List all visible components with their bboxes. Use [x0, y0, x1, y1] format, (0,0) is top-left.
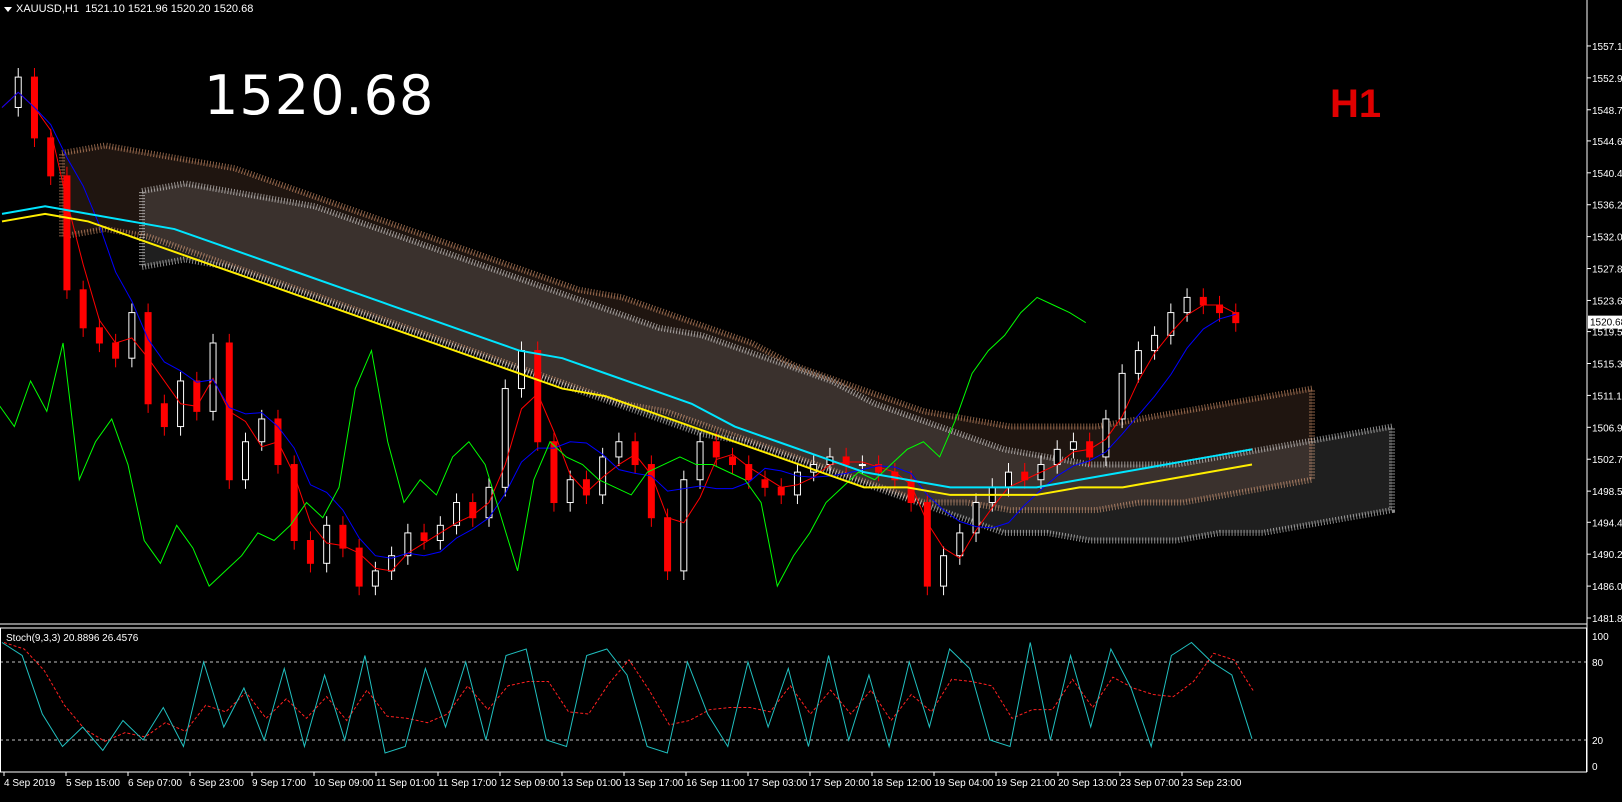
y-tick-label: 1511.10 [1592, 391, 1622, 402]
x-tick-label: 23 Sep 23:00 [1182, 778, 1242, 789]
stoch-level-label: 80 [1592, 658, 1604, 669]
x-tick-label: 11 Sep 17:00 [438, 778, 497, 789]
x-tick-label: 13 Sep 17:00 [624, 778, 684, 789]
symbol-label: XAUUSD,H1 [16, 3, 79, 15]
candle-body [712, 441, 720, 458]
candle-body [550, 441, 558, 504]
candle-body [323, 524, 331, 564]
candle-body [664, 517, 672, 572]
current-price-overlay: 1520.68 [204, 64, 435, 127]
x-tick-label: 12 Sep 09:00 [500, 778, 560, 789]
candle-body [631, 441, 639, 466]
candle-body [371, 570, 379, 587]
y-tick-label: 1490.20 [1592, 550, 1622, 561]
candle-body [1069, 441, 1077, 450]
candle-body [339, 524, 347, 549]
candle-body [1004, 471, 1012, 488]
candle-body [729, 456, 737, 466]
timeframe-label: H1 [1330, 82, 1382, 126]
x-tick-label: 6 Sep 23:00 [190, 778, 244, 789]
y-tick-label: 1540.40 [1592, 169, 1622, 180]
y-tick-label: 1494.40 [1592, 518, 1622, 529]
y-tick-label: 1548.70 [1592, 106, 1622, 117]
candle-body [1232, 312, 1240, 324]
y-tick-label: 1527.80 [1592, 265, 1622, 276]
x-tick-label: 10 Sep 09:00 [314, 778, 374, 789]
stochastic-label: Stoch(9,3,3) 20.8896 26.4576 [6, 633, 139, 644]
candle-body [501, 388, 509, 488]
close-value: 1520.68 [213, 3, 254, 15]
candle-body [209, 342, 217, 412]
high-value: 1521.96 [127, 3, 168, 15]
candle-body [680, 479, 688, 572]
candle-body [517, 350, 525, 390]
candle-body [842, 456, 850, 466]
stoch-level-label: 100 [1592, 632, 1609, 643]
x-tick-label: 17 Sep 03:00 [748, 778, 808, 789]
candle-body [923, 502, 931, 587]
candle-body [242, 441, 250, 481]
y-tick-label: 1557.10 [1592, 42, 1622, 53]
candle-body [193, 380, 201, 412]
candle-body [1053, 448, 1061, 466]
candle-body [79, 289, 87, 329]
candle-body [940, 555, 948, 587]
candle-body [258, 418, 266, 443]
candle-body [972, 502, 980, 534]
candle-body [566, 479, 574, 504]
low-value: 1520.20 [170, 3, 211, 15]
y-tick-label: 1486.00 [1592, 582, 1622, 593]
y-tick-label: 1481.80 [1592, 614, 1622, 625]
stoch-level-label: 20 [1592, 736, 1604, 747]
candle-body [1151, 334, 1159, 352]
x-tick-label: 23 Sep 07:00 [1120, 778, 1180, 789]
y-tick-label: 1544.60 [1592, 137, 1622, 148]
dropdown-icon[interactable] [4, 6, 12, 12]
candle-body [1183, 296, 1191, 314]
x-tick-label: 19 Sep 21:00 [996, 778, 1056, 789]
x-tick-label: 18 Sep 12:00 [872, 778, 932, 789]
x-tick-label: 13 Sep 01:00 [562, 778, 622, 789]
candle-body [696, 441, 704, 481]
x-tick-label: 19 Sep 04:00 [934, 778, 994, 789]
candle-body [160, 403, 168, 428]
candle-body [1134, 350, 1142, 374]
candle-body [615, 441, 623, 458]
y-tick-label: 1498.50 [1592, 487, 1622, 498]
last-price-tag-label: 1520.68 [1590, 318, 1622, 329]
x-tick-label: 4 Sep 2019 [4, 778, 56, 789]
stoch-level-label: 0 [1592, 762, 1598, 773]
candle-body [128, 312, 136, 359]
candle-body [420, 532, 428, 542]
y-tick-label: 1532.00 [1592, 233, 1622, 244]
candle-body [761, 479, 769, 488]
open-value: 1521.10 [85, 3, 125, 15]
y-tick-label: 1502.70 [1592, 455, 1622, 466]
y-tick-label: 1552.90 [1592, 74, 1622, 85]
candle-body [47, 137, 55, 177]
x-tick-label: 16 Sep 11:00 [686, 778, 745, 789]
y-tick-label: 1519.50 [1592, 328, 1622, 339]
y-tick-label: 1506.90 [1592, 423, 1622, 434]
candle-body [777, 486, 785, 496]
x-tick-label: 20 Sep 13:00 [1058, 778, 1118, 789]
x-tick-label: 11 Sep 01:00 [376, 778, 435, 789]
candle-body [112, 342, 120, 359]
y-tick-label: 1523.60 [1592, 296, 1622, 307]
y-tick-label: 1536.20 [1592, 201, 1622, 212]
x-tick-label: 17 Sep 20:00 [810, 778, 870, 789]
candle-body [1199, 296, 1207, 306]
candle-body [858, 464, 866, 467]
chart-header: XAUUSD,H1 1521.10 1521.96 1520.20 1520.6… [4, 3, 253, 15]
candle-body [956, 532, 964, 557]
y-tick-label: 1515.30 [1592, 360, 1622, 371]
x-tick-label: 9 Sep 17:00 [252, 778, 306, 789]
candle-body [306, 540, 314, 564]
x-tick-label: 6 Sep 07:00 [128, 778, 182, 789]
candle-body [95, 327, 103, 344]
x-tick-label: 5 Sep 15:00 [66, 778, 120, 789]
candle-body [1167, 312, 1175, 336]
